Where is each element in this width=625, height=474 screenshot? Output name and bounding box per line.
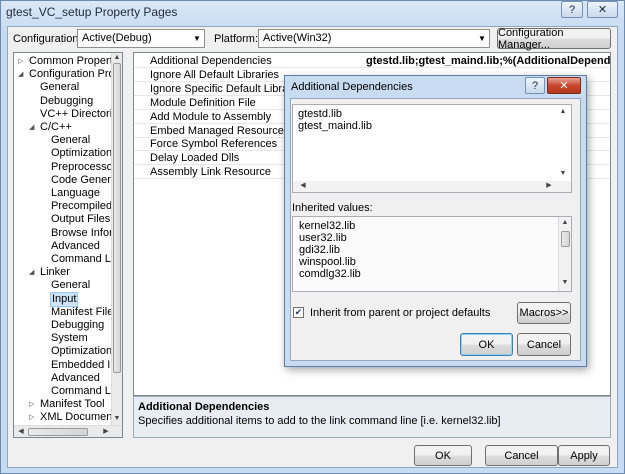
additional-dependencies-dialog: Additional Dependencies ? ✕ gtestd.lib gt…	[284, 75, 587, 367]
collapsed-arrow-icon[interactable]: ▷	[29, 411, 37, 424]
tree-item[interactable]: Preprocessor	[51, 161, 116, 174]
inherited-vertical-scrollbar[interactable]: ▲ ▼	[558, 217, 571, 291]
inherited-values-list[interactable]: kernel32.lib user32.lib gdi32.lib winspool.…	[292, 216, 572, 292]
dependency-line[interactable]: gtestd.lib	[298, 108, 342, 120]
cancel-button[interactable]: Cancel	[485, 445, 558, 466]
tree-horizontal-scrollbar[interactable]: ◀ ▶	[14, 425, 122, 437]
property-name: Embed Managed Resource File	[150, 124, 305, 137]
tree-vertical-scrollbar[interactable]: ▲ ▼	[111, 53, 122, 425]
checkmark-icon: ✔	[294, 307, 303, 317]
scroll-left-icon[interactable]: ◀	[15, 427, 27, 435]
close-button[interactable]: ✕	[587, 1, 618, 18]
dialog-title: Additional Dependencies	[291, 81, 413, 93]
inherited-value-item: kernel32.lib	[299, 220, 356, 232]
tree-item[interactable]: General	[51, 279, 90, 292]
scroll-down-icon[interactable]: ▼	[559, 279, 571, 286]
tree-item[interactable]: Linker	[40, 266, 70, 279]
property-name: Ignore Specific Default Libraries	[150, 82, 306, 95]
property-name: Delay Loaded Dlls	[150, 152, 240, 165]
tree-item[interactable]: Advanced	[51, 240, 100, 253]
scroll-down-icon[interactable]: ▼	[111, 415, 122, 422]
tree-item[interactable]: Debugging	[40, 95, 93, 108]
property-name: Module Definition File	[150, 96, 256, 109]
property-tree[interactable]: ▷ Common Properties ◢ Configuration Proper G…	[13, 52, 123, 438]
collapsed-arrow-icon[interactable]: ▷	[18, 55, 26, 68]
inherit-checkbox-label: Inherit from parent or project defaults	[310, 307, 491, 319]
property-name: Additional Dependencies	[150, 55, 272, 67]
tree-horizontal-thumb[interactable]	[28, 428, 88, 436]
description-pane: Additional Dependencies Specifies additi…	[133, 396, 611, 438]
help-icon: ?	[568, 3, 576, 16]
expanded-arrow-icon[interactable]: ◢	[29, 266, 37, 279]
scroll-up-icon[interactable]: ▲	[111, 54, 122, 61]
scroll-right-icon[interactable]: ▶	[100, 427, 112, 435]
dialog-ok-button[interactable]: OK	[460, 333, 513, 356]
close-icon: ✕	[597, 4, 608, 16]
inherited-values-label: Inherited values:	[292, 202, 373, 214]
property-name: Force Symbol References	[150, 138, 278, 151]
tree-vertical-thumb[interactable]	[113, 63, 121, 373]
tree-item[interactable]: Optimization	[51, 147, 112, 160]
dependencies-textbox[interactable]: gtestd.lib gtest_maind.lib ▲ ▼ ◀ ▶	[292, 104, 572, 193]
platform-label: Platform:	[214, 33, 259, 45]
tree-item[interactable]: Advanced	[51, 372, 100, 385]
inherited-value-item: user32.lib	[299, 232, 347, 244]
tree-item[interactable]: Manifest Tool	[40, 398, 105, 411]
scroll-up-icon[interactable]: ▲	[559, 219, 571, 226]
ok-button[interactable]: OK	[414, 445, 472, 466]
close-icon: ✕	[559, 80, 569, 92]
tree-item[interactable]: General	[51, 134, 90, 147]
configuration-manager-button[interactable]: Configuration Manager...	[497, 27, 611, 51]
help-icon: ?	[531, 79, 539, 92]
platform-value: Active(Win32)	[263, 32, 332, 44]
dependencies-horizontal-scrollbar[interactable]: ◀ ▶	[293, 181, 571, 192]
dialog-cancel-button[interactable]: Cancel	[517, 333, 571, 356]
chevron-down-icon: ▼	[478, 34, 486, 43]
expanded-arrow-icon[interactable]: ◢	[29, 121, 37, 134]
property-value[interactable]: gtestd.lib;gtest_maind.lib;%(AdditionalD…	[366, 55, 610, 67]
expanded-arrow-icon[interactable]: ◢	[18, 68, 26, 81]
configuration-label: Configuration:	[13, 33, 82, 45]
scroll-right-icon[interactable]: ▶	[543, 181, 555, 189]
help-button[interactable]: ?	[561, 1, 583, 18]
description-title: Additional Dependencies	[138, 401, 270, 413]
inherited-value-item: gdi32.lib	[299, 244, 340, 256]
window-title: gtest_VC_setup Property Pages	[6, 5, 178, 19]
tree-item[interactable]: Output Files	[51, 213, 110, 226]
scroll-down-icon[interactable]: ▼	[557, 170, 569, 177]
property-name: Add Module to Assembly	[150, 110, 272, 123]
apply-button[interactable]: Apply	[558, 445, 610, 466]
platform-combo[interactable]: Active(Win32) ▼	[258, 29, 490, 48]
tree-item[interactable]: Common Properties	[29, 55, 122, 68]
tree-item[interactable]: General	[40, 81, 79, 94]
dialog-help-button[interactable]: ?	[525, 77, 545, 94]
tree-item[interactable]: Manifest File	[51, 306, 113, 319]
configuration-value: Active(Debug)	[82, 32, 152, 44]
description-text: Specifies additional items to add to the…	[138, 415, 501, 427]
chevron-down-icon: ▼	[193, 34, 201, 43]
scroll-up-icon[interactable]: ▲	[557, 108, 569, 115]
dialog-close-button[interactable]: ✕	[547, 77, 581, 94]
inherited-value-item: comdlg32.lib	[299, 268, 361, 280]
property-row[interactable]: Additional Dependencies gtestd.lib;gtest_…	[134, 54, 610, 68]
tree-item[interactable]: Configuration Proper	[29, 68, 122, 81]
tree-item[interactable]: System	[51, 332, 88, 345]
inherited-value-item: winspool.lib	[299, 256, 356, 268]
dependency-line[interactable]: gtest_maind.lib	[298, 120, 372, 132]
dialog-body: gtestd.lib gtest_maind.lib ▲ ▼ ◀ ▶ Inheri…	[290, 98, 581, 361]
inherit-checkbox[interactable]: ✔	[293, 307, 304, 318]
tree-item[interactable]: Optimization	[51, 345, 112, 358]
inherited-vertical-thumb[interactable]	[561, 231, 570, 247]
property-name: Ignore All Default Libraries	[150, 68, 280, 81]
tree-item[interactable]: Debugging	[51, 319, 104, 332]
tree-item[interactable]: Input	[49, 291, 79, 307]
configuration-combo[interactable]: Active(Debug) ▼	[77, 29, 205, 48]
tree-item[interactable]: Language	[51, 187, 100, 200]
collapsed-arrow-icon[interactable]: ▷	[29, 398, 37, 411]
macros-button[interactable]: Macros>>	[517, 302, 571, 324]
tree-item[interactable]: C/C++	[40, 121, 72, 134]
property-name: Assembly Link Resource	[150, 166, 272, 179]
scroll-left-icon[interactable]: ◀	[297, 181, 309, 189]
